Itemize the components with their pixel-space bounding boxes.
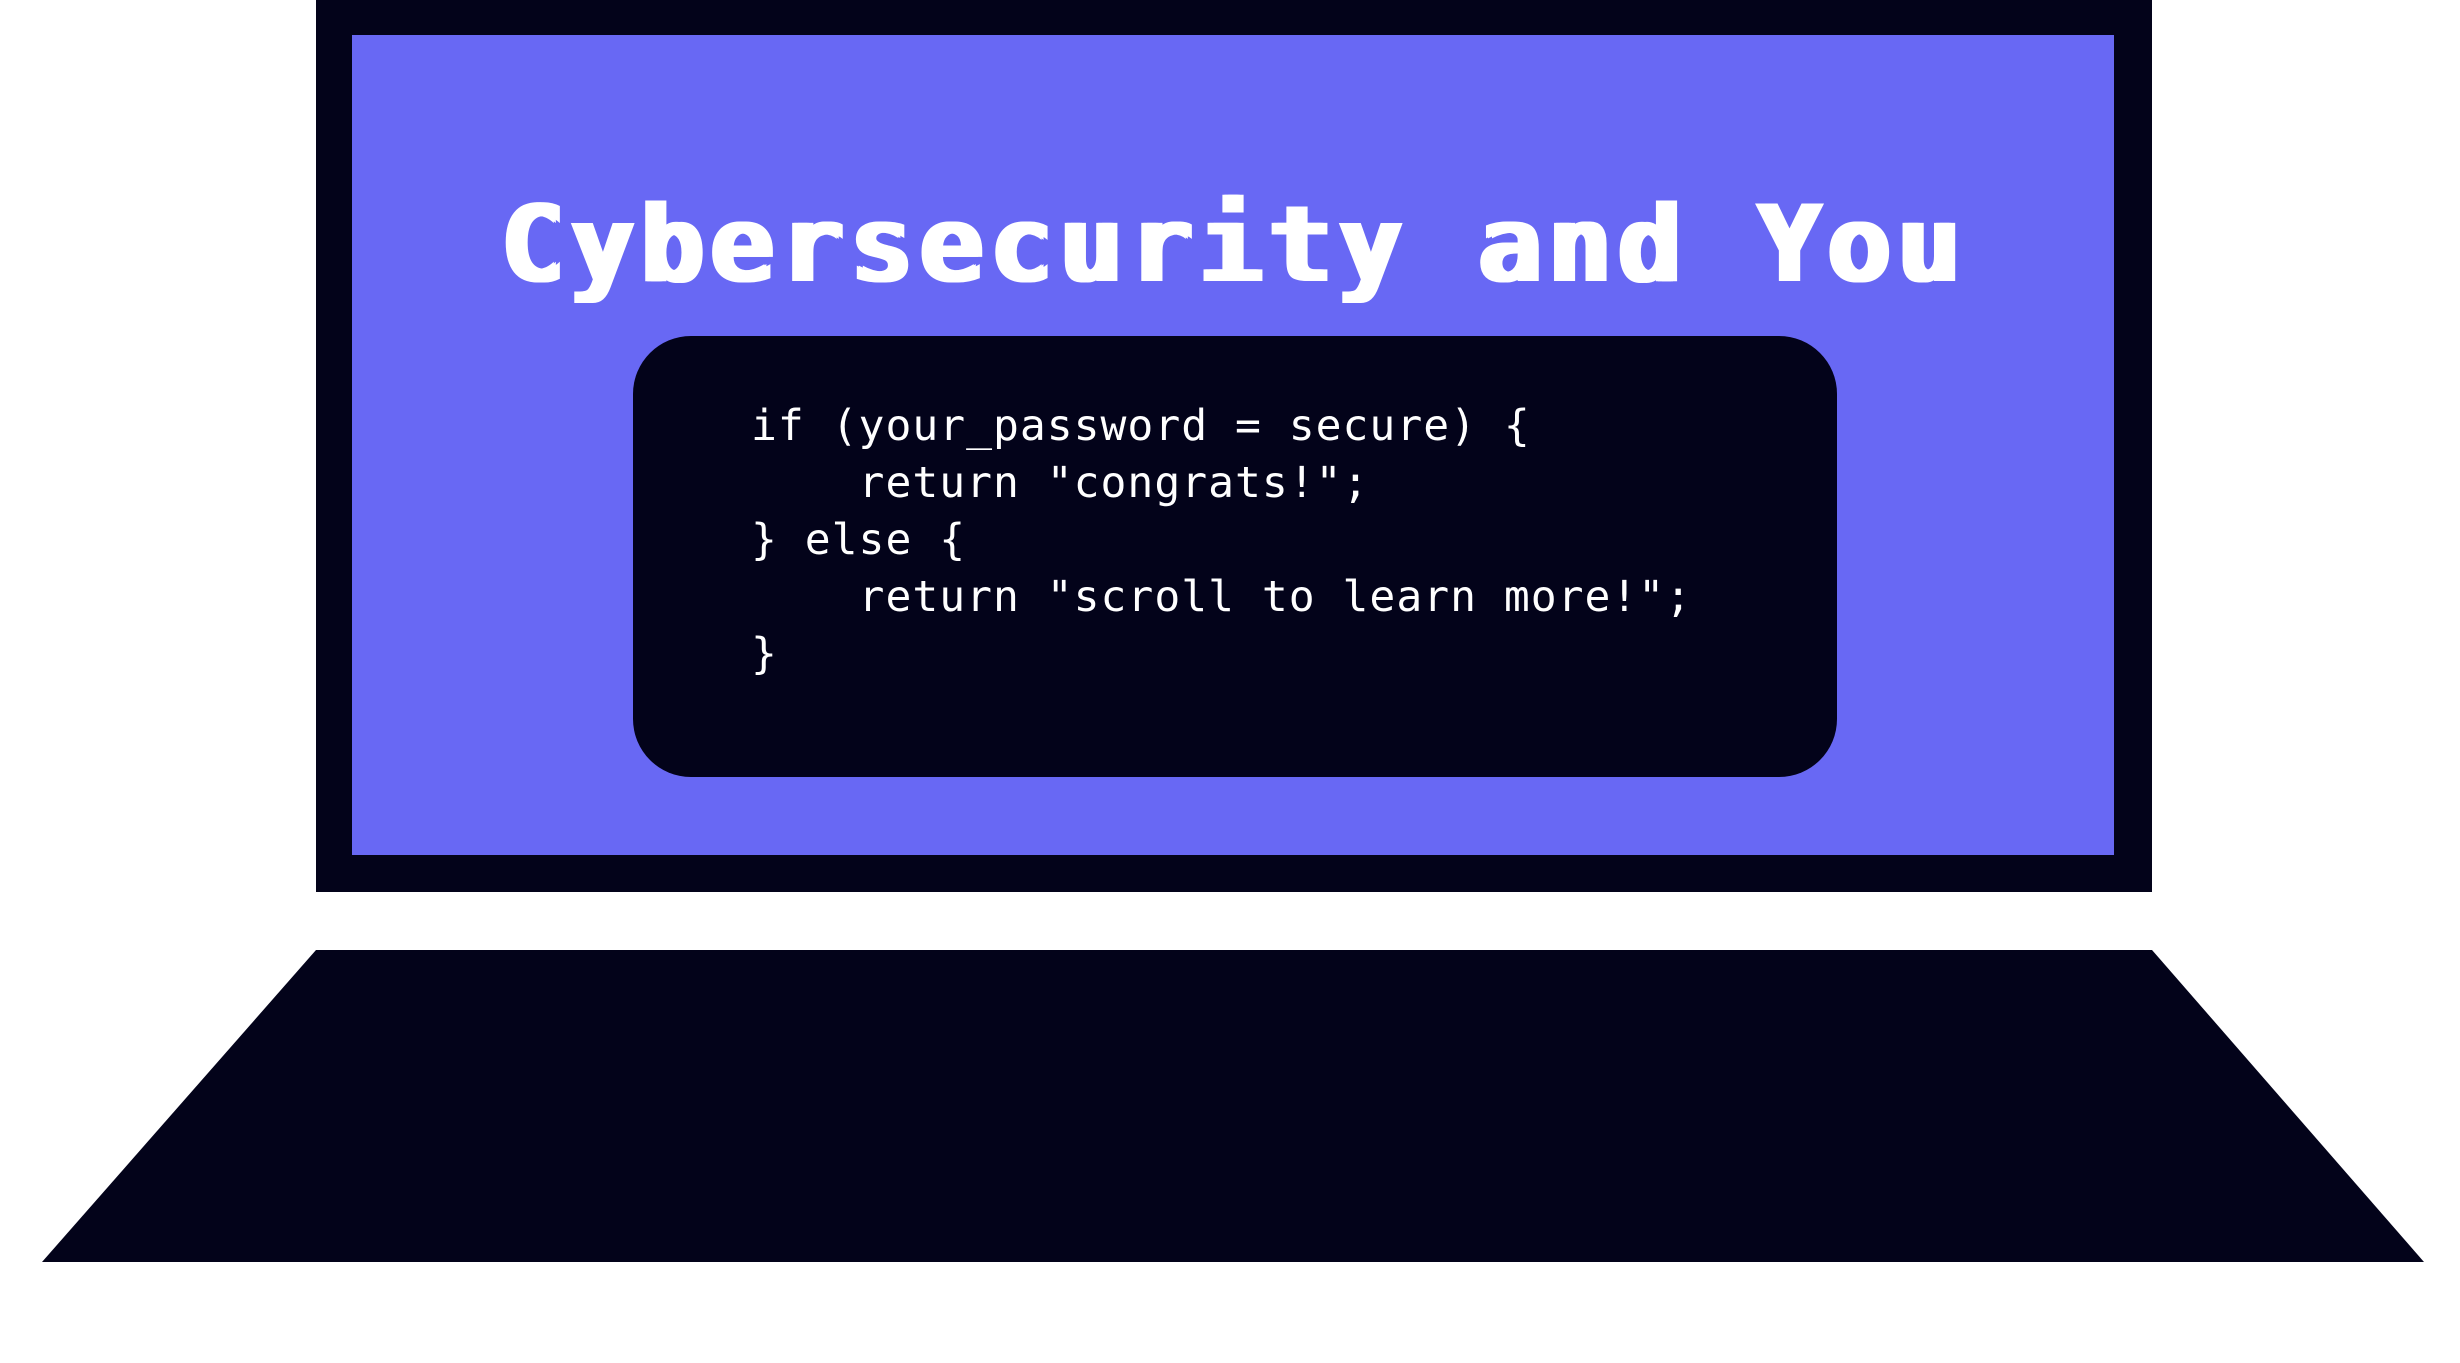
code-snippet: if (your_password = secure) { return "co…	[751, 398, 1692, 683]
code-line: } else {	[751, 515, 967, 565]
keyboard-deck-shape	[42, 950, 2424, 1262]
laptop-screen: Cybersecurity and You if (your_password …	[352, 35, 2114, 855]
code-line: return "scroll to learn more!";	[751, 572, 1693, 622]
code-line: if (your_password = secure) {	[751, 401, 1531, 451]
code-line: return "congrats!";	[751, 458, 1370, 508]
code-line: }	[751, 629, 778, 679]
code-card: if (your_password = secure) { return "co…	[633, 336, 1837, 777]
laptop-screen-frame: Cybersecurity and You if (your_password …	[316, 0, 2152, 892]
page-title: Cybersecurity and You	[499, 183, 1967, 306]
